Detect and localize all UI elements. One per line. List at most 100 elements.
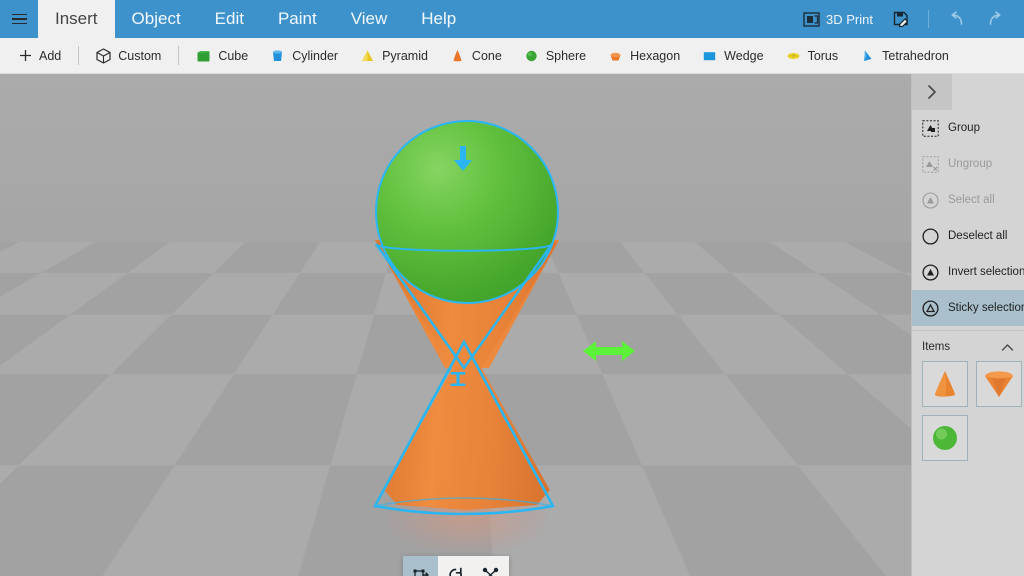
custom-button[interactable]: Custom	[85, 41, 172, 71]
shape-pyramid-label: Pyramid	[382, 49, 428, 63]
tab-view[interactable]: View	[334, 0, 405, 38]
shape-cylinder-label: Cylinder	[292, 49, 338, 63]
sidebar-item-invert-selection-label: Invert selection	[948, 266, 1024, 278]
sidebar-item-group[interactable]: Group	[912, 110, 1024, 146]
rotate-icon	[447, 567, 464, 576]
save-edit-icon	[893, 11, 910, 27]
ungroup-icon	[922, 156, 939, 173]
tab-edit[interactable]: Edit	[198, 0, 261, 38]
sidebar-item-sticky-selection[interactable]: Sticky selection	[912, 290, 1024, 326]
group-icon	[922, 120, 939, 137]
add-button[interactable]: Add	[8, 41, 72, 71]
tetrahedron-icon	[860, 49, 875, 63]
invert-selection-icon	[922, 264, 939, 281]
3d-print-icon	[803, 12, 820, 27]
shape-cube-label: Cube	[218, 49, 248, 63]
title-bar-actions: 3D Print	[794, 0, 1024, 38]
sidebar-item-ungroup[interactable]: Ungroup	[912, 146, 1024, 182]
tab-edit-label: Edit	[215, 9, 244, 29]
sidebar-item-group-label: Group	[948, 122, 980, 134]
sidebar-item-ungroup-label: Ungroup	[948, 158, 992, 170]
shape-cone[interactable]: Cone	[439, 41, 513, 71]
item-cone-inverted[interactable]	[976, 361, 1022, 407]
cone-inverted-thumb-icon	[982, 368, 1016, 400]
undo-button[interactable]	[938, 0, 975, 38]
undo-icon	[947, 11, 966, 27]
shapebar-divider-2	[178, 46, 179, 65]
chevron-right-icon	[926, 84, 938, 100]
custom-label: Custom	[118, 49, 161, 63]
shape-hexagon-label: Hexagon	[630, 49, 680, 63]
shape-tetrahedron[interactable]: Tetrahedron	[849, 41, 960, 71]
selection-sidebar: Group Ungroup Select all	[911, 74, 1024, 576]
3d-print-label: 3D Print	[826, 12, 873, 27]
tab-paint[interactable]: Paint	[261, 0, 334, 38]
shape-cone-label: Cone	[472, 49, 502, 63]
redo-button[interactable]	[977, 0, 1014, 38]
shape-sphere[interactable]: Sphere	[513, 41, 597, 71]
arrow-horizontal-handle[interactable]	[583, 339, 635, 368]
shape-sphere-label: Sphere	[546, 49, 586, 63]
wedge-icon	[702, 49, 717, 63]
deselect-all-icon	[922, 228, 939, 245]
transform-tool-row	[403, 556, 509, 576]
scale-tool-button[interactable]	[473, 556, 508, 576]
sidebar-expand-button[interactable]	[912, 74, 952, 110]
sphere-thumb-icon	[930, 423, 960, 453]
app-root: Insert Object Edit Paint View Help	[0, 0, 1024, 576]
tab-insert-label: Insert	[55, 9, 98, 29]
sidebar-item-invert-selection[interactable]: Invert selection	[912, 254, 1024, 290]
shape-tetrahedron-label: Tetrahedron	[882, 49, 949, 63]
redo-icon	[986, 11, 1005, 27]
shape-hexagon[interactable]: Hexagon	[597, 41, 691, 71]
items-panel-header[interactable]: Items	[912, 330, 1024, 359]
chevron-up-icon[interactable]	[1001, 343, 1014, 352]
title-bar: Insert Object Edit Paint View Help	[0, 0, 1024, 38]
shapebar-divider-1	[78, 46, 79, 65]
select-all-icon	[922, 192, 939, 209]
shape-torus-label: Torus	[808, 49, 839, 63]
item-cone-upright[interactable]	[922, 361, 968, 407]
cone-icon	[450, 49, 465, 63]
model-group[interactable]	[372, 120, 562, 500]
tab-view-label: View	[351, 9, 388, 29]
save-edit-button[interactable]	[884, 0, 919, 38]
move-tool-button[interactable]	[403, 556, 438, 576]
items-panel-title: Items	[922, 341, 950, 353]
scale-icon	[482, 567, 499, 576]
item-sphere[interactable]	[922, 415, 968, 461]
rotate-tool-button[interactable]	[438, 556, 473, 576]
tab-object[interactable]: Object	[115, 0, 198, 38]
add-label: Add	[39, 49, 61, 63]
toolbar-divider	[928, 10, 929, 28]
cylinder-icon	[270, 49, 285, 63]
shape-wedge[interactable]: Wedge	[691, 41, 774, 71]
arrow-down-handle[interactable]	[452, 146, 474, 177]
shape-pyramid[interactable]: Pyramid	[349, 41, 439, 71]
cone-upright-mesh[interactable]	[375, 342, 559, 510]
sticky-selection-icon	[922, 300, 939, 317]
sidebar-item-deselect-all[interactable]: Deselect all	[912, 218, 1024, 254]
cone-upright-thumb-icon	[930, 368, 960, 400]
3d-viewport[interactable]: 0 mm mm 100 mm 50 mm 100 mm 150 mm	[0, 74, 911, 576]
torus-icon	[786, 49, 801, 63]
tab-insert[interactable]: Insert	[38, 0, 115, 38]
tab-object-label: Object	[132, 9, 181, 29]
shape-torus[interactable]: Torus	[775, 41, 850, 71]
shape-cube[interactable]: Cube	[185, 41, 259, 71]
shape-wedge-label: Wedge	[724, 49, 763, 63]
transform-popup[interactable]: 46.61 mm	[403, 556, 509, 576]
hamburger-icon[interactable]	[0, 0, 38, 38]
items-thumbnail-grid	[912, 359, 1024, 461]
tab-paint-label: Paint	[278, 9, 317, 29]
sphere-icon	[524, 49, 539, 63]
center-pin-handle[interactable]	[448, 372, 468, 391]
3d-print-button[interactable]: 3D Print	[794, 0, 882, 38]
plus-icon	[19, 49, 32, 62]
shape-cylinder[interactable]: Cylinder	[259, 41, 349, 71]
sidebar-item-select-all[interactable]: Select all	[912, 182, 1024, 218]
pyramid-icon	[360, 49, 375, 63]
tab-help[interactable]: Help	[404, 0, 473, 38]
cone-upright-surface	[375, 342, 559, 510]
sidebar-item-deselect-all-label: Deselect all	[948, 230, 1007, 242]
